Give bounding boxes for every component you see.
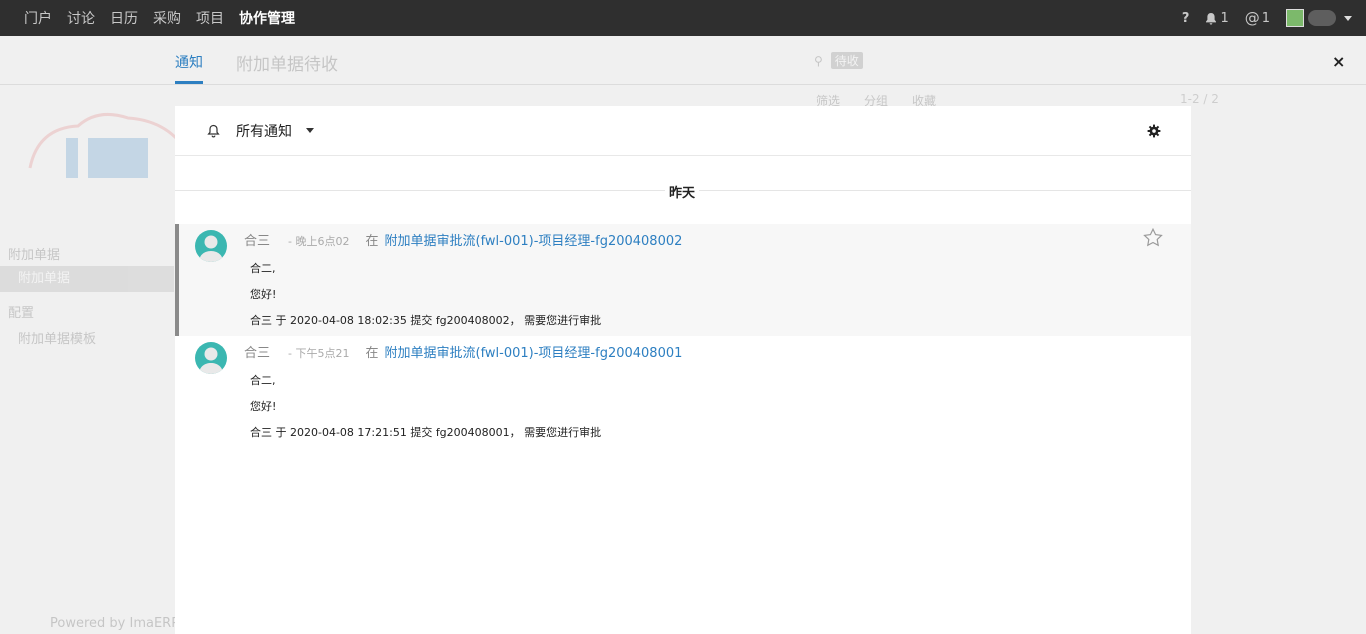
notification-body: 合二, 您好! 合三 于 2020-04-08 17:21:51 提交 fg20… xyxy=(250,368,601,446)
nav-discuss[interactable]: 讨论 xyxy=(67,8,95,28)
star-icon[interactable] xyxy=(1143,228,1163,247)
bg-sidebar-heading: 附加单据 xyxy=(8,248,61,263)
body-hello: 您好! xyxy=(250,400,277,413)
nav-calendar[interactable]: 日历 xyxy=(110,8,138,28)
notification-filter-bar: 所有通知 xyxy=(175,106,1191,156)
bg-sidebar-heading-config: 配置 xyxy=(8,306,35,321)
help-button[interactable]: ? xyxy=(1182,11,1190,26)
at-icon: @ xyxy=(1244,9,1260,27)
top-right-tools: ? 1 @ 1 xyxy=(1166,9,1352,27)
body-greeting: 合二, xyxy=(250,262,276,275)
close-button[interactable]: × xyxy=(1332,54,1345,70)
in-label: 在 xyxy=(365,234,379,249)
person-icon xyxy=(199,347,223,374)
help-label: ? xyxy=(1181,10,1190,26)
mentions-button[interactable]: @ 1 xyxy=(1245,9,1270,27)
record-link[interactable]: 附加单据审批流(fwl-001)-项目经理-fg200408001 xyxy=(385,342,683,361)
day-separator: 昨天 xyxy=(175,156,1191,224)
body-greeting: 合二, xyxy=(250,374,276,387)
notification-meta: 合三 - 下午5点21 在 附加单据审批流(fwl-001)-项目经理-fg20… xyxy=(244,342,682,361)
notification-header: 通知 × xyxy=(0,36,1366,85)
top-navbar: 门户 讨论 日历 采购 项目 协作管理 ? 1 @ 1 xyxy=(0,0,1366,36)
notification-panel: 所有通知 昨天 合三 - 晚上6点02 在 附加单据审批流(fwl-001)-项… xyxy=(175,106,1191,634)
notification-time: - 下午5点21 xyxy=(288,347,350,360)
nav-collaboration[interactable]: 协作管理 xyxy=(239,8,295,28)
user-name-blurred[interactable] xyxy=(1308,10,1336,26)
nav-project[interactable]: 项目 xyxy=(196,8,224,28)
chevron-down-icon[interactable] xyxy=(306,128,314,133)
in-label: 在 xyxy=(365,346,379,361)
notification-time: - 晚上6点02 xyxy=(288,235,350,248)
bg-sidebar-item: 附加单据 xyxy=(0,266,174,292)
notification-count: 1 xyxy=(1220,10,1229,26)
tab-notifications[interactable]: 通知 xyxy=(175,52,203,72)
record-link[interactable]: 附加单据审批流(fwl-001)-项目经理-fg200408002 xyxy=(385,230,683,249)
notification-filter-select[interactable]: 所有通知 xyxy=(236,121,292,141)
gear-icon[interactable] xyxy=(1147,124,1161,138)
body-hello: 您好! xyxy=(250,288,277,301)
notification-item[interactable]: 合三 - 下午5点21 在 附加单据审批流(fwl-001)-项目经理-fg20… xyxy=(175,336,1191,448)
notification-item[interactable]: 合三 - 晚上6点02 在 附加单据审批流(fwl-001)-项目经理-fg20… xyxy=(175,224,1191,336)
author-name: 合三 xyxy=(244,346,271,361)
notification-meta: 合三 - 晚上6点02 在 附加单据审批流(fwl-001)-项目经理-fg20… xyxy=(244,230,682,249)
bell-icon xyxy=(207,124,220,137)
company-logo xyxy=(28,112,178,178)
bg-sidebar-item-template: 附加单据模板 xyxy=(18,332,97,347)
nav-purchase[interactable]: 采购 xyxy=(153,8,181,28)
body-message: 合三 于 2020-04-08 18:02:35 提交 fg200408002，… xyxy=(250,314,602,327)
body-message: 合三 于 2020-04-08 17:21:51 提交 fg200408001，… xyxy=(250,426,602,439)
active-tab-indicator xyxy=(175,81,203,84)
user-menu-caret-icon[interactable] xyxy=(1344,15,1352,21)
bg-pager-value: 1-2 / 2 xyxy=(1180,92,1219,106)
author-name: 合三 xyxy=(244,234,271,249)
person-icon xyxy=(199,235,223,262)
bell-icon xyxy=(1206,12,1217,24)
day-label: 昨天 xyxy=(665,182,700,201)
mention-count: 1 xyxy=(1261,10,1270,26)
bg-pager: 1-2 / 2 xyxy=(1180,92,1219,106)
notification-body: 合二, 您好! 合三 于 2020-04-08 18:02:35 提交 fg20… xyxy=(250,256,601,334)
author-avatar xyxy=(195,230,227,262)
nav-portal[interactable]: 门户 xyxy=(24,8,52,28)
author-avatar xyxy=(195,342,227,374)
main-nav: 门户 讨论 日历 采购 项目 协作管理 xyxy=(24,8,310,28)
bg-footer: Powered by ImaERP xyxy=(50,616,180,631)
notifications-button[interactable]: 1 xyxy=(1205,10,1229,26)
user-avatar[interactable] xyxy=(1286,9,1304,27)
